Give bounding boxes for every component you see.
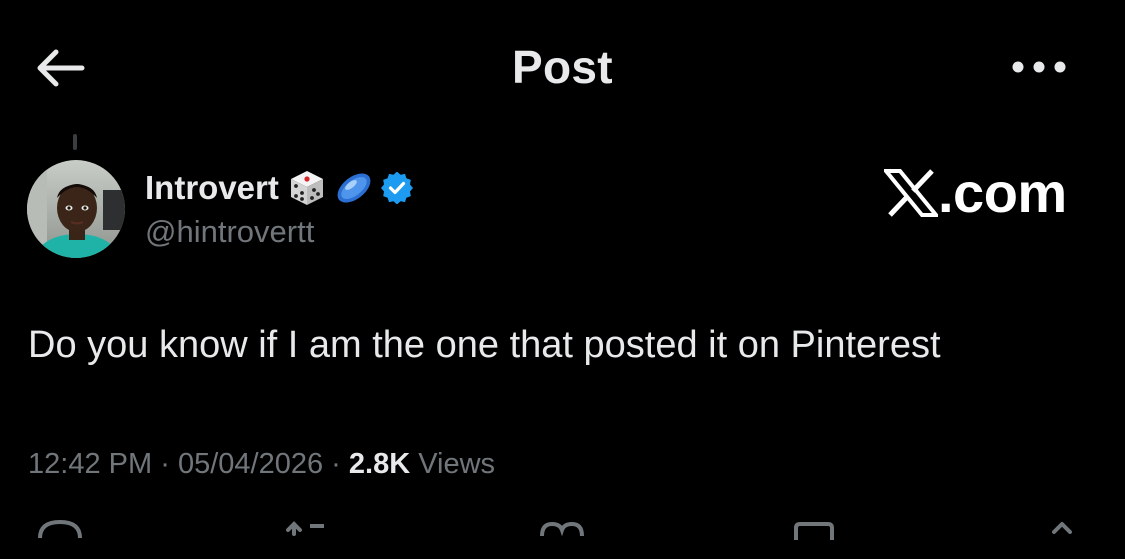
flying-disc-emoji bbox=[333, 168, 375, 208]
dice-emoji bbox=[287, 168, 327, 208]
repost-button[interactable] bbox=[280, 514, 340, 554]
bookmark-icon bbox=[794, 522, 834, 540]
meta-separator: · bbox=[160, 448, 170, 480]
author-badges bbox=[287, 168, 419, 208]
share-icon bbox=[1052, 522, 1072, 534]
avatar-photo bbox=[27, 160, 125, 258]
post-date: 05/04/2026 bbox=[177, 448, 324, 480]
post-action-bar bbox=[0, 514, 1125, 554]
repost-icon bbox=[286, 521, 324, 536]
x-logo-icon bbox=[884, 168, 938, 217]
more-options-button[interactable] bbox=[1004, 44, 1074, 90]
verified-badge-icon[interactable] bbox=[380, 172, 413, 204]
share-button[interactable] bbox=[1030, 514, 1090, 554]
views-count[interactable]: 2.8K bbox=[349, 448, 410, 480]
watermark-text: .com bbox=[938, 161, 1067, 224]
more-dots-icon bbox=[1012, 61, 1066, 73]
thread-connector-line bbox=[73, 134, 77, 150]
reply-button[interactable] bbox=[30, 514, 90, 554]
bookmark-button[interactable] bbox=[784, 514, 844, 554]
author-handle[interactable]: @hintrovertt bbox=[145, 214, 314, 250]
post-metadata: 12:42 PM · 05/04/2026 · 2.8K Views bbox=[28, 448, 495, 481]
x-com-watermark: .com bbox=[884, 160, 1067, 225]
post-text: Do you know if I am the one that posted … bbox=[28, 324, 941, 366]
post-time: 12:42 PM bbox=[28, 448, 153, 480]
author-name[interactable]: Introvert bbox=[145, 169, 279, 207]
author-avatar[interactable] bbox=[27, 160, 125, 258]
page-title: Post bbox=[512, 41, 613, 93]
reply-icon bbox=[38, 519, 82, 539]
author-name-row: Introvert bbox=[145, 166, 419, 210]
views-label[interactable]: Views bbox=[418, 448, 495, 480]
top-bar: Post bbox=[0, 0, 1125, 136]
like-button[interactable] bbox=[532, 514, 592, 554]
like-icon bbox=[540, 521, 584, 537]
meta-separator: · bbox=[331, 448, 341, 480]
